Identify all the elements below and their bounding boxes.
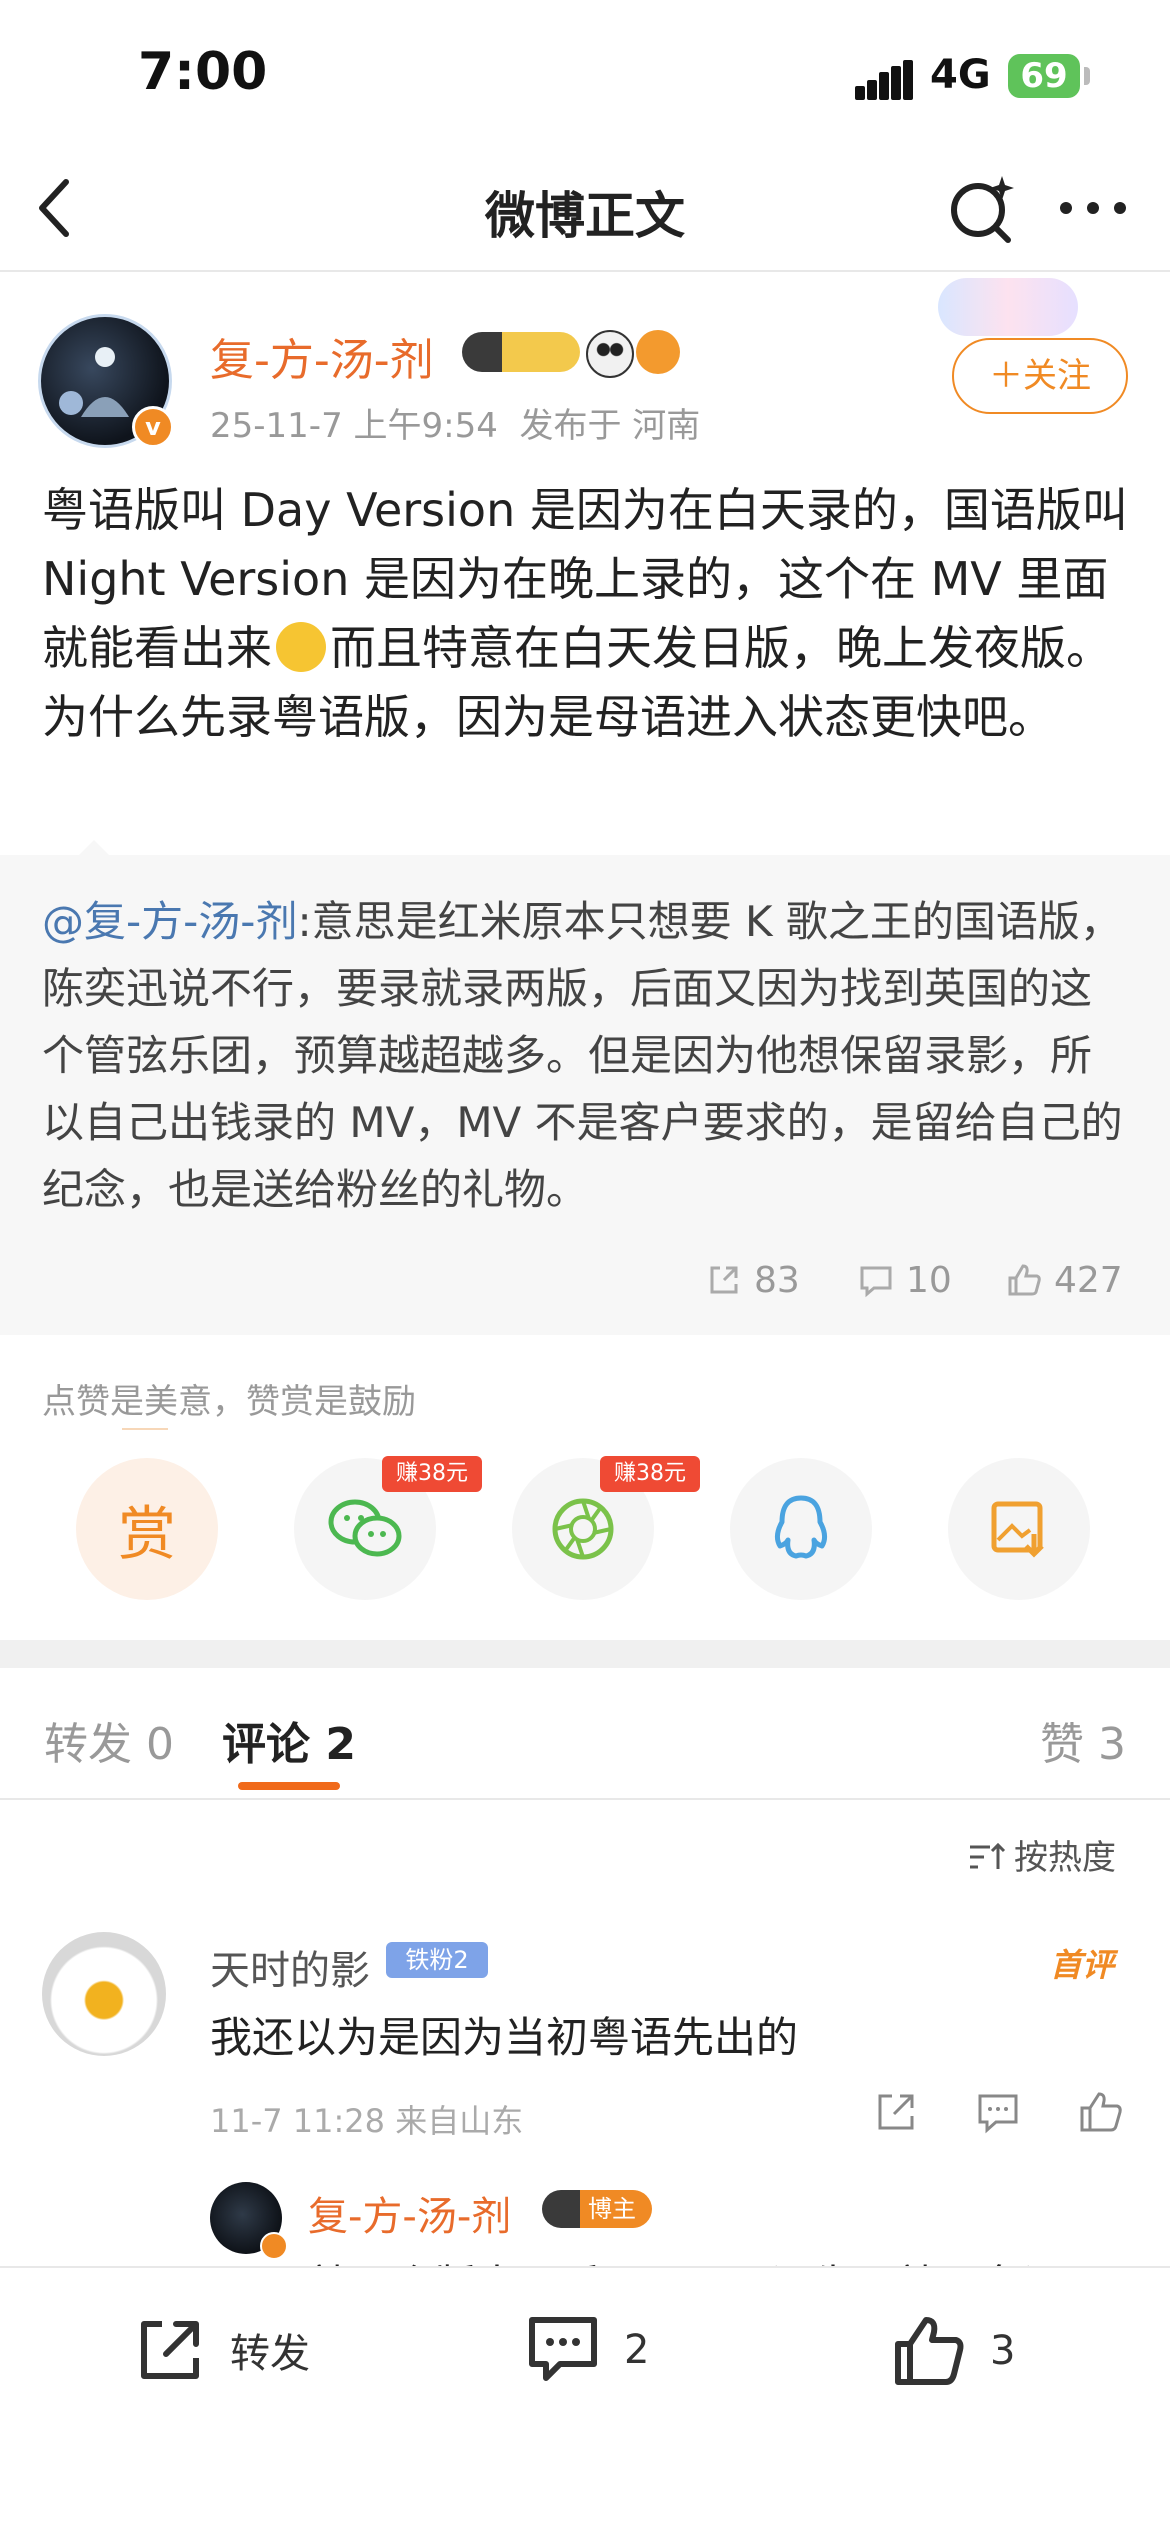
sort-button[interactable]: 按热度 [966,1830,1116,1879]
commenter-avatar[interactable] [42,1932,166,2056]
comment-reply-button[interactable] [974,2088,1022,2140]
battery-level: 69 [1020,56,1068,96]
quote-comment-stat[interactable]: 10 [858,1260,952,1301]
author-badge: 博主 [542,2190,652,2228]
quote-text: @复-方-汤-剂:意思是红米原本只想要 K 歌之王的国语版，陈奕迅说不行，要录就… [42,888,1132,1223]
follow-button[interactable]: ＋关注 [952,338,1128,414]
comment-like-button[interactable] [1076,2088,1124,2140]
post-body: 粤语版叫 Day Version 是因为在白天录的，国语版叫 Night Ver… [42,476,1132,752]
more-dots-icon [1060,202,1126,214]
earn-tag-wechat: 赚38元 [382,1456,482,1492]
share-qq-button[interactable] [730,1458,872,1600]
reply-verified-badge [260,2232,288,2260]
wechat-icon [328,1499,402,1557]
search-button[interactable] [946,172,1018,248]
repost-icon [141,2321,199,2379]
panda-icon [586,330,634,378]
comment-text: 我还以为是因为当初粤语先出的 [210,2013,799,2062]
tab-like[interactable]: 赞 3 [1040,1708,1126,1772]
section-divider [0,1640,1170,1668]
decoration-banner [938,278,1078,336]
thumbs-up-icon [1080,2092,1122,2132]
crown-badge [462,332,580,372]
battery-icon: 69 [1008,54,1080,98]
comment-icon [978,2094,1018,2134]
reward-hint: 点赞是美意，赞赏是鼓励 [42,1382,416,1422]
sort-label: 按热度 [1014,1838,1116,1878]
verified-badge: v [132,406,174,448]
nav-divider [0,270,1170,272]
repost-icon [878,2094,914,2130]
sparkle-search-icon [951,176,1014,243]
comment-repost-button[interactable] [872,2088,920,2140]
status-time: 7:00 [138,42,268,102]
commenter-name[interactable]: 天时的影 [210,1938,370,1996]
repost-icon [710,1266,738,1294]
quote-like-stat[interactable]: 427 [1006,1260,1123,1301]
bottom-comment-count: 2 [624,2327,650,2373]
earn-tag-moments: 赚38元 [600,1456,700,1492]
post-meta: 25-11-7 上午9:54 发布于 河南 [210,398,700,447]
bottom-like-button[interactable]: 3 [890,2312,1015,2390]
fish-icon [636,330,680,374]
post-timestamp: 25-11-7 上午9:54 [210,406,498,446]
reply-author-name[interactable]: 复-方-汤-剂 [308,2184,511,2242]
signal-icon [855,60,913,100]
battery-tip [1084,67,1090,85]
comment-meta: 11-7 11:28 来自山东 [210,2102,524,2140]
reward-button[interactable]: 赏 [76,1458,218,1600]
hint-underline [122,1428,168,1430]
like-count: 427 [1054,1260,1123,1301]
quote-mention[interactable]: @复-方-汤-剂 [42,897,297,946]
comment-icon [529,2317,597,2381]
bottom-action-bar [0,2266,1170,2534]
bottom-repost-label: 转发 [230,2331,310,2377]
bottom-comment-button[interactable]: 2 [524,2312,649,2388]
laugh-cry-emoji-icon [276,622,326,672]
save-image-icon [991,1501,1044,1558]
tabs-divider [0,1798,1170,1800]
comment-count: 10 [906,1260,952,1301]
network-label: 4G [930,52,991,98]
repost-count: 83 [754,1260,800,1301]
reward-label: 赏 [117,1500,176,1568]
bottom-repost-button[interactable]: 转发 [132,2312,310,2388]
author-name[interactable]: 复-方-汤-剂 [210,324,434,388]
moments-aperture-icon [552,1498,614,1560]
quote-repost-stat[interactable]: 83 [706,1260,800,1301]
sort-icon [970,1842,1006,1869]
thumbs-up-icon [895,2317,964,2385]
first-comment-badge: 首评 [1050,1946,1115,1984]
save-image-button[interactable] [948,1458,1090,1600]
thumbs-up-icon [1008,1264,1041,1296]
fan-badge: 铁粉2 [386,1942,488,1978]
active-tab-indicator [238,1782,340,1790]
comment-icon [860,1266,892,1298]
tab-comment[interactable]: 评论 2 [222,1708,356,1772]
bottom-like-count: 3 [990,2328,1016,2374]
post-location: 发布于 河南 [519,406,701,446]
quote-arrow [78,840,110,856]
tab-repost[interactable]: 转发 0 [44,1708,174,1772]
qq-penguin-icon [774,1495,828,1559]
more-button[interactable] [1058,198,1128,222]
